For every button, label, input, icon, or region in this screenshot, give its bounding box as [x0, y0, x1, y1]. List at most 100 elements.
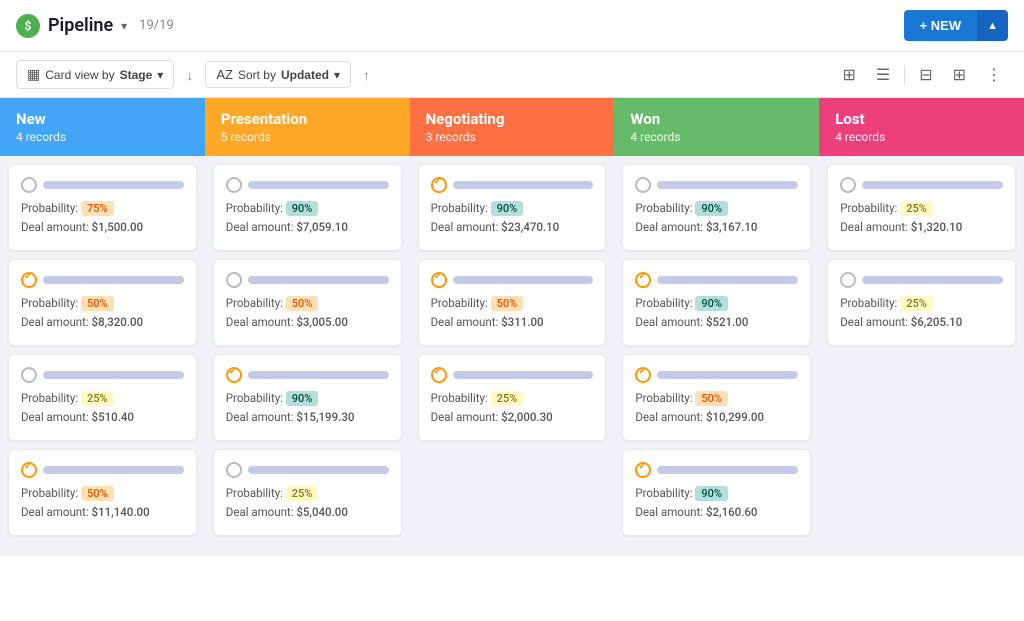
more-options-button[interactable]: ⋮ — [980, 61, 1008, 89]
table-row[interactable]: Probability: 25% Deal amount: $510.40 — [8, 354, 197, 441]
card-deal-amount: Deal amount: $311.00 — [431, 315, 594, 329]
probability-badge: 75% — [81, 201, 114, 216]
card-checkbox[interactable] — [21, 272, 37, 288]
card-checkbox[interactable] — [431, 272, 447, 288]
sort-az-icon: AZ — [216, 67, 233, 82]
col-subtitle-lost: 4 records — [835, 130, 1008, 144]
card-name-bar — [657, 276, 798, 284]
new-button-dropdown[interactable]: ▲ — [977, 10, 1008, 41]
card-checkbox[interactable] — [226, 272, 242, 288]
deal-value: $23,470.10 — [501, 220, 559, 234]
column-header-lost: Lost 4 records — [819, 98, 1024, 156]
card-name-bar — [248, 181, 389, 189]
card-checkbox[interactable] — [431, 177, 447, 193]
card-name-bar — [657, 466, 798, 474]
sort-asc-button[interactable]: ↑ — [359, 65, 374, 85]
probability-badge: 25% — [900, 296, 933, 311]
column-won: Won 4 records Probability: 90% Deal amou… — [614, 98, 819, 556]
sort-button[interactable]: AZ Sort by Updated ▾ — [205, 61, 351, 88]
table-row[interactable]: Probability: 50% Deal amount: $311.00 — [418, 259, 607, 346]
card-checkbox[interactable] — [635, 367, 651, 383]
card-name-row — [635, 272, 798, 288]
card-name-row — [635, 367, 798, 383]
table-row[interactable]: Probability: 50% Deal amount: $11,140.00 — [8, 449, 197, 536]
sort-direction-button[interactable]: ↓ — [182, 65, 197, 85]
table-row[interactable]: Probability: 25% Deal amount: $2,000.30 — [418, 354, 607, 441]
table-row[interactable]: Probability: 50% Deal amount: $3,005.00 — [213, 259, 402, 346]
card-probability: Probability: 25% — [840, 296, 1003, 311]
table-row[interactable]: Probability: 50% Deal amount: $8,320.00 — [8, 259, 197, 346]
card-view-button[interactable]: ▦ Card view by Stage ▾ — [16, 60, 174, 89]
deal-value: $8,320.00 — [92, 315, 144, 329]
table-row[interactable]: Probability: 90% Deal amount: $2,160.60 — [622, 449, 811, 536]
card-name-row — [226, 462, 389, 478]
table-row[interactable]: Probability: 90% Deal amount: $3,167.10 — [622, 164, 811, 251]
card-checkbox[interactable] — [840, 177, 856, 193]
probability-badge: 25% — [81, 391, 114, 406]
card-deal-amount: Deal amount: $2,000.30 — [431, 410, 594, 424]
card-deal-amount: Deal amount: $1,500.00 — [21, 220, 184, 234]
card-name-row — [840, 272, 1003, 288]
card-name-row — [21, 177, 184, 193]
card-checkbox[interactable] — [635, 272, 651, 288]
new-button-group: + NEW ▲ — [904, 10, 1008, 41]
card-checkbox[interactable] — [635, 177, 651, 193]
column-new: New 4 records Probability: 75% Deal amou… — [0, 98, 205, 556]
card-checkbox[interactable] — [431, 367, 447, 383]
deal-value: $2,160.60 — [706, 505, 758, 519]
card-checkbox[interactable] — [21, 177, 37, 193]
card-name-row — [21, 367, 184, 383]
card-deal-amount: Deal amount: $3,167.10 — [635, 220, 798, 234]
sort-label: Sort by — [238, 68, 276, 82]
deal-value: $311.00 — [501, 315, 543, 329]
table-row[interactable]: Probability: 50% Deal amount: $10,299.00 — [622, 354, 811, 441]
header: $ Pipeline ▾ 19/19 + NEW ▲ — [0, 0, 1024, 52]
cards-container-lost: Probability: 25% Deal amount: $1,320.10 … — [819, 156, 1024, 556]
card-checkbox[interactable] — [226, 462, 242, 478]
card-name-row — [226, 367, 389, 383]
probability-badge: 50% — [286, 296, 319, 311]
deal-value: $7,059.10 — [296, 220, 348, 234]
card-name-row — [431, 177, 594, 193]
card-checkbox[interactable] — [21, 367, 37, 383]
cards-container-won: Probability: 90% Deal amount: $3,167.10 … — [614, 156, 819, 556]
card-checkbox[interactable] — [21, 462, 37, 478]
pipeline-dropdown-arrow[interactable]: ▾ — [121, 19, 127, 33]
filter-button[interactable]: ⊟ — [913, 61, 938, 89]
card-checkbox[interactable] — [840, 272, 856, 288]
card-checkbox[interactable] — [226, 367, 242, 383]
table-row[interactable]: Probability: 90% Deal amount: $15,199.30 — [213, 354, 402, 441]
card-name-row — [21, 272, 184, 288]
table-row[interactable]: Probability: 90% Deal amount: $521.00 — [622, 259, 811, 346]
table-row[interactable]: Probability: 25% Deal amount: $5,040.00 — [213, 449, 402, 536]
card-deal-amount: Deal amount: $23,470.10 — [431, 220, 594, 234]
card-name-row — [431, 367, 594, 383]
card-name-bar — [43, 371, 184, 379]
card-name-row — [226, 177, 389, 193]
table-row[interactable]: Probability: 90% Deal amount: $7,059.10 — [213, 164, 402, 251]
card-name-bar — [43, 181, 184, 189]
card-name-bar — [453, 181, 594, 189]
card-probability: Probability: 90% — [431, 201, 594, 216]
sort-value: Updated — [281, 68, 329, 82]
card-deal-amount: Deal amount: $2,160.60 — [635, 505, 798, 519]
deal-value: $10,299.00 — [706, 410, 764, 424]
card-checkbox[interactable] — [635, 462, 651, 478]
list-view-button[interactable]: ☰ — [870, 61, 896, 89]
new-button[interactable]: + NEW — [904, 10, 978, 41]
columns-button[interactable]: ⊞ — [947, 61, 972, 89]
probability-badge: 90% — [286, 201, 319, 216]
card-name-bar — [453, 371, 594, 379]
cards-container-new: Probability: 75% Deal amount: $1,500.00 … — [0, 156, 205, 556]
table-row[interactable]: Probability: 75% Deal amount: $1,500.00 — [8, 164, 197, 251]
deal-value: $6,205.10 — [911, 315, 963, 329]
grid-view-button[interactable]: ⊞ — [836, 61, 861, 89]
pipeline-count: 19/19 — [139, 18, 174, 33]
card-deal-amount: Deal amount: $11,140.00 — [21, 505, 184, 519]
table-row[interactable]: Probability: 25% Deal amount: $6,205.10 — [827, 259, 1016, 346]
col-title-presentation: Presentation — [221, 110, 394, 128]
table-row[interactable]: Probability: 90% Deal amount: $23,470.10 — [418, 164, 607, 251]
pipeline-icon: $ — [16, 14, 40, 38]
card-checkbox[interactable] — [226, 177, 242, 193]
table-row[interactable]: Probability: 25% Deal amount: $1,320.10 — [827, 164, 1016, 251]
